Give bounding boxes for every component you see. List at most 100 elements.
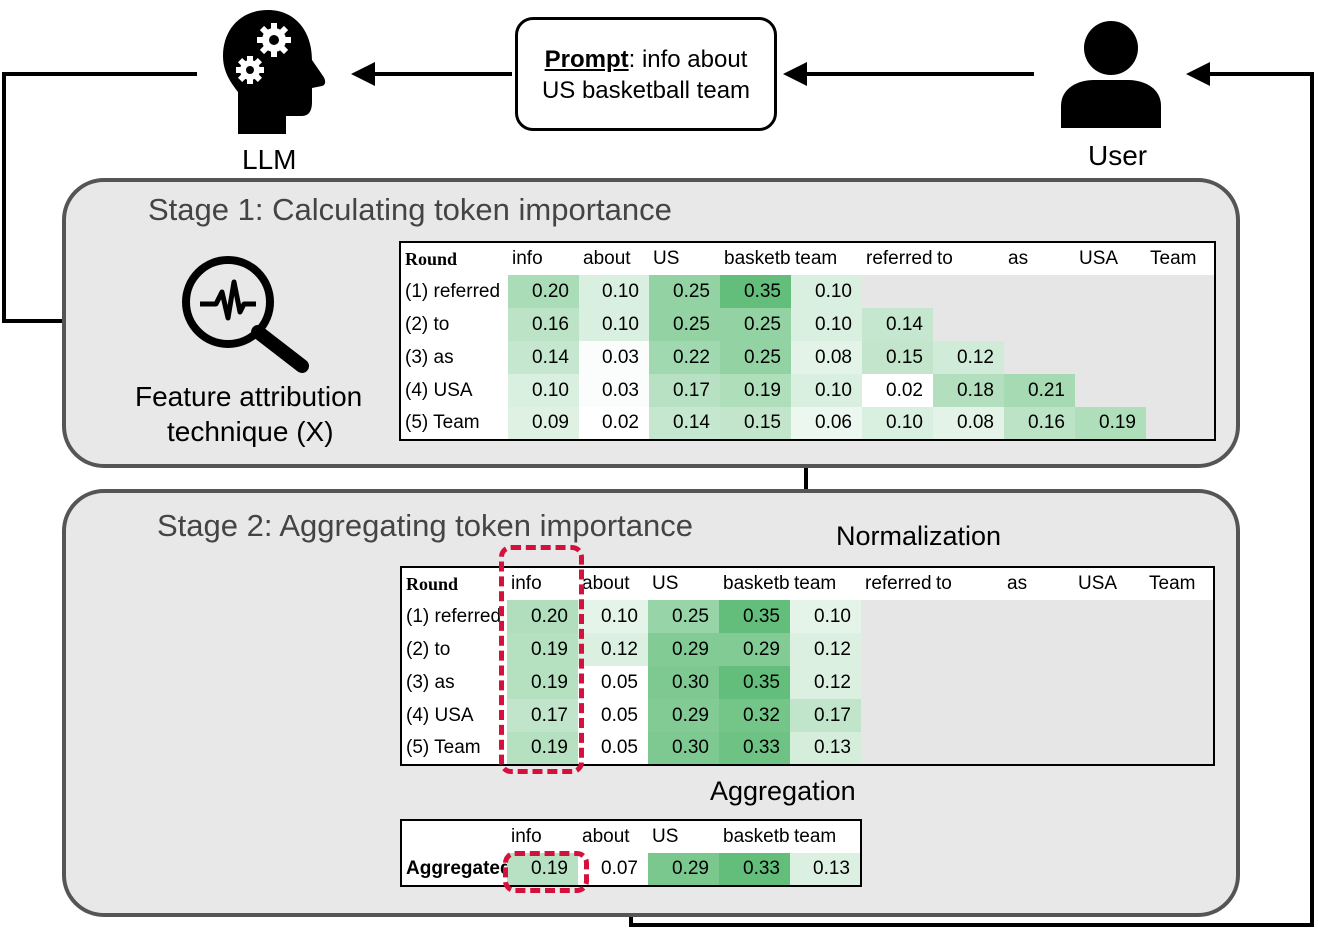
- empty-cell: [1074, 732, 1145, 765]
- empty-cell: [1075, 308, 1146, 341]
- value-cell: 0.02: [862, 374, 933, 407]
- empty-cell: [1145, 732, 1214, 765]
- row-label: (3) as: [406, 671, 455, 693]
- value-cell: 0.08: [791, 341, 862, 374]
- value-cell: 0.12: [933, 341, 1004, 374]
- empty-cell: [1074, 600, 1145, 633]
- empty-cell: [1145, 699, 1214, 732]
- column-header: as: [1008, 248, 1029, 269]
- empty-cell: [861, 600, 932, 633]
- column-header: US: [653, 248, 680, 269]
- empty-cell: [1146, 308, 1215, 341]
- magnifier-waveform-icon: [182, 256, 309, 373]
- column-header: to: [936, 573, 952, 594]
- value-cell: 0.10: [579, 308, 649, 341]
- value-cell: 0.10: [508, 374, 579, 407]
- empty-cell: [1074, 699, 1145, 732]
- value-cell: 0.13: [790, 853, 861, 886]
- empty-cell: [1003, 732, 1074, 765]
- column-header: referred: [866, 248, 933, 269]
- prompt-text-1: : info about: [628, 46, 748, 73]
- column-header: referred: [865, 573, 932, 594]
- column-header: team: [794, 826, 837, 847]
- row-label: (4) USA: [405, 379, 473, 401]
- column-header: Team: [1150, 248, 1197, 269]
- normalization-label: Normalization: [836, 521, 1002, 551]
- empty-cell: [1074, 633, 1145, 666]
- value-cell: 0.08: [933, 407, 1004, 440]
- value-cell: 0.15: [862, 341, 933, 374]
- value-cell: 0.29: [648, 699, 719, 732]
- value-cell: 0.22: [649, 341, 720, 374]
- value-cell: 0.05: [578, 699, 648, 732]
- empty-cell: [861, 732, 932, 765]
- column-header: as: [1007, 573, 1028, 594]
- info-aggregated-highlight: [503, 851, 589, 893]
- column-header: team: [795, 248, 838, 269]
- value-cell: 0.18: [933, 374, 1004, 407]
- prompt-line1: Prompt: info about: [518, 44, 774, 75]
- empty-cell: [933, 308, 1004, 341]
- corner-header: [401, 820, 507, 853]
- column-header: US: [652, 573, 679, 594]
- table-row: (5) Team 0.09 0.02 0.14 0.15 0.06 0.10 0.08 0.16…: [400, 407, 1215, 440]
- value-cell: 0.10: [862, 407, 933, 440]
- row-label: (4) USA: [406, 704, 474, 726]
- empty-cell: [1145, 600, 1214, 633]
- value-cell: 0.03: [579, 341, 649, 374]
- empty-cell: [932, 666, 1003, 699]
- empty-cell: [932, 699, 1003, 732]
- column-header: info: [511, 826, 542, 847]
- technique-label-1: Feature attribution: [135, 381, 363, 412]
- value-cell: 0.10: [791, 275, 862, 308]
- value-cell: 0.35: [720, 275, 791, 308]
- column-header: basketb: [724, 248, 791, 269]
- empty-cell: [1075, 341, 1146, 374]
- value-cell: 0.13: [790, 732, 861, 765]
- value-cell: 0.02: [579, 407, 649, 440]
- column-header: info: [512, 248, 543, 269]
- row-label: (1) referred: [406, 605, 502, 627]
- user-label: User: [1088, 140, 1148, 171]
- empty-cell: [1146, 374, 1215, 407]
- column-header: USA: [1079, 248, 1119, 269]
- value-cell: 0.06: [791, 407, 862, 440]
- value-cell: 0.14: [508, 341, 579, 374]
- value-cell: 0.14: [649, 407, 720, 440]
- value-cell: 0.16: [508, 308, 579, 341]
- empty-cell: [861, 699, 932, 732]
- value-cell: 0.10: [791, 374, 862, 407]
- column-header: to: [937, 248, 953, 269]
- empty-cell: [861, 633, 932, 666]
- empty-cell: [1003, 666, 1074, 699]
- empty-cell: [1074, 666, 1145, 699]
- empty-cell: [1003, 600, 1074, 633]
- value-cell: 0.30: [648, 732, 719, 765]
- column-header: about: [583, 248, 631, 269]
- empty-cell: [1004, 308, 1075, 341]
- empty-cell: [1145, 633, 1214, 666]
- empty-cell: [932, 600, 1003, 633]
- user-icon: [1061, 21, 1161, 128]
- column-header: USA: [1078, 573, 1118, 594]
- table-row: (3) as 0.14 0.03 0.22 0.25 0.08 0.15 0.12: [400, 341, 1215, 374]
- value-cell: 0.14: [862, 308, 933, 341]
- info-column-highlight: [499, 545, 584, 774]
- value-cell: 0.09: [508, 407, 579, 440]
- table-row: (2) to 0.16 0.10 0.25 0.25 0.10 0.14: [400, 308, 1215, 341]
- empty-cell: [932, 732, 1003, 765]
- value-cell: 0.10: [578, 600, 648, 633]
- column-header: team: [794, 573, 837, 594]
- empty-cell: [1003, 699, 1074, 732]
- row-label: (2) to: [406, 638, 451, 660]
- value-cell: 0.20: [508, 275, 579, 308]
- value-cell: 0.05: [578, 666, 648, 699]
- corner-header: Round: [405, 248, 458, 269]
- row-label: Aggregated: [406, 858, 507, 879]
- value-cell: 0.25: [720, 341, 791, 374]
- value-cell: 0.03: [579, 374, 649, 407]
- empty-cell: [861, 666, 932, 699]
- column-header: US: [652, 826, 679, 847]
- empty-cell: [1075, 275, 1146, 308]
- column-header: basketb: [723, 826, 790, 847]
